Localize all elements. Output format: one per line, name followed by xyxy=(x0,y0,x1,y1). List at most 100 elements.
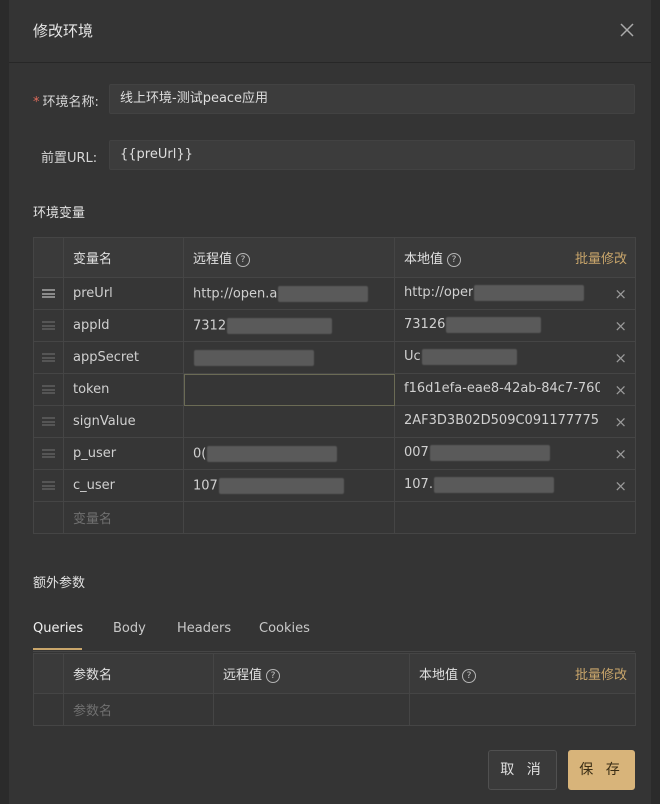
redacted-value xyxy=(421,348,517,365)
tab-body[interactable]: Body xyxy=(113,621,146,636)
tab-cookies[interactable]: Cookies xyxy=(259,621,310,636)
delete-row-icon[interactable]: × xyxy=(614,285,627,303)
pre-url-label: 前置URL: xyxy=(41,151,98,166)
edit-env-dialog: 修改环境 * 环境名称: 线上环境-测试peace应用 前置URL: {{preU… xyxy=(9,0,651,804)
params-table: 参数名 远程值? 本地值? 批量修改 参数名 xyxy=(33,653,636,726)
delete-row-icon[interactable]: × xyxy=(614,477,627,495)
drag-handle-icon xyxy=(42,353,55,362)
env-vars-table: 变量名 远程值? 本地值? 批量修改 preUrl http://open.a × ht… xyxy=(33,237,636,534)
delete-row-icon[interactable]: × xyxy=(614,413,627,431)
redacted-value xyxy=(278,285,369,302)
delete-row-icon[interactable]: × xyxy=(614,317,627,335)
table-row: preUrl http://open.a × http://oper xyxy=(33,277,636,310)
table-row: p_user 0(× 007 xyxy=(33,437,636,470)
batch-edit-link[interactable]: 批量修改 xyxy=(575,248,627,267)
drag-handle-icon xyxy=(42,321,55,330)
table-row: signValue × 2AF3D3B02D509C091177775DI xyxy=(33,405,636,438)
redacted-value xyxy=(474,284,585,301)
var-local-cell[interactable]: × 107. xyxy=(394,469,636,502)
params-new-row: 参数名 xyxy=(33,693,636,726)
var-remote-cell[interactable]: 0( xyxy=(183,437,395,470)
tab-headers[interactable]: Headers xyxy=(177,621,231,636)
header-divider xyxy=(9,62,651,63)
params-batch-edit-link[interactable]: 批量修改 xyxy=(575,664,627,683)
new-var-local-input[interactable] xyxy=(394,501,636,534)
drag-handle[interactable] xyxy=(33,277,64,310)
cancel-button[interactable]: 取 消 xyxy=(488,750,557,790)
active-tab-indicator xyxy=(33,648,82,650)
env-vars-title: 环境变量 xyxy=(33,206,86,221)
env-table-header: 变量名 远程值? 本地值? 批量修改 xyxy=(33,237,636,278)
params-table-header: 参数名 远程值? 本地值? 批量修改 xyxy=(33,653,636,694)
drag-handle[interactable] xyxy=(33,373,64,406)
save-button[interactable]: 保 存 xyxy=(568,750,635,790)
new-var-name-input[interactable]: 变量名 xyxy=(63,501,184,534)
var-name-cell[interactable]: c_user xyxy=(63,469,184,502)
var-remote-cell[interactable]: 107 xyxy=(183,469,395,502)
help-icon[interactable]: ? xyxy=(462,668,477,683)
close-icon[interactable] xyxy=(617,20,637,40)
table-row: appId 7312 × 73126 xyxy=(33,309,636,342)
help-icon[interactable]: ? xyxy=(236,252,251,267)
var-local-cell[interactable]: × f16d1efa-eae8-42ab-84c7-760c xyxy=(394,373,636,406)
col-param-remote: 远程值? xyxy=(213,653,410,694)
param-local-input[interactable] xyxy=(409,693,636,726)
var-local-cell[interactable]: × 73126 xyxy=(394,309,636,342)
redacted-value xyxy=(227,317,333,334)
env-name-label: * 环境名称: xyxy=(33,95,99,110)
redacted-value xyxy=(207,445,338,462)
var-remote-cell[interactable]: http://open.a xyxy=(183,277,395,310)
var-name-cell[interactable]: signValue xyxy=(63,405,184,438)
var-remote-cell[interactable]: 7312 xyxy=(183,309,395,342)
row-handle xyxy=(33,693,64,726)
drag-handle-icon xyxy=(42,449,55,458)
drag-handle[interactable] xyxy=(33,341,64,374)
extra-params-title: 额外参数 xyxy=(33,576,86,591)
redacted-value xyxy=(194,349,314,366)
col-remote: 远程值? xyxy=(183,237,395,278)
redacted-value xyxy=(429,444,550,461)
table-row: appSecret × Uc xyxy=(33,341,636,374)
delete-row-icon[interactable]: × xyxy=(614,349,627,367)
var-name-cell[interactable]: p_user xyxy=(63,437,184,470)
var-name-cell[interactable]: token xyxy=(63,373,184,406)
var-name-cell[interactable]: appId xyxy=(63,309,184,342)
var-name-cell[interactable]: preUrl xyxy=(63,277,184,310)
var-name-cell[interactable]: appSecret xyxy=(63,341,184,374)
drag-handle-icon xyxy=(42,289,55,298)
var-remote-cell[interactable] xyxy=(183,405,395,438)
help-icon[interactable]: ? xyxy=(266,668,281,683)
drag-handle[interactable] xyxy=(33,437,64,470)
tab-queries[interactable]: Queries xyxy=(33,621,83,636)
col-local: 本地值? 批量修改 xyxy=(394,237,636,278)
delete-row-icon[interactable]: × xyxy=(614,381,627,399)
param-remote-input[interactable] xyxy=(213,693,410,726)
table-row: c_user 107 × 107. xyxy=(33,469,636,502)
drag-handle[interactable] xyxy=(33,309,64,342)
env-name-input[interactable]: 线上环境-测试peace应用 xyxy=(109,84,635,114)
delete-row-icon[interactable]: × xyxy=(614,445,627,463)
drag-handle[interactable] xyxy=(33,405,64,438)
var-local-cell[interactable]: × 007 xyxy=(394,437,636,470)
drag-handle-icon xyxy=(42,385,55,394)
header-handle-cell xyxy=(33,653,64,694)
col-param-name: 参数名 xyxy=(63,653,214,694)
drag-handle-icon xyxy=(42,481,55,490)
col-param-local: 本地值? 批量修改 xyxy=(409,653,636,694)
param-name-input[interactable]: 参数名 xyxy=(63,693,214,726)
var-remote-cell[interactable] xyxy=(183,373,395,406)
help-icon[interactable]: ? xyxy=(447,252,462,267)
var-local-cell[interactable]: × 2AF3D3B02D509C091177775DI xyxy=(394,405,636,438)
dialog-title: 修改环境 xyxy=(33,22,94,40)
col-var-name: 变量名 xyxy=(63,237,184,278)
var-remote-cell[interactable] xyxy=(183,341,395,374)
extra-params-tabs: Queries Body Headers Cookies xyxy=(33,614,635,652)
var-local-cell[interactable]: × Uc xyxy=(394,341,636,374)
redacted-value xyxy=(433,476,554,493)
drag-handle[interactable] xyxy=(33,469,64,502)
pre-url-input[interactable]: {{preUrl}} xyxy=(109,140,635,170)
new-var-remote-input[interactable] xyxy=(183,501,395,534)
redacted-value xyxy=(446,316,542,333)
var-local-cell[interactable]: × http://oper xyxy=(394,277,636,310)
header-handle-cell xyxy=(33,237,64,278)
